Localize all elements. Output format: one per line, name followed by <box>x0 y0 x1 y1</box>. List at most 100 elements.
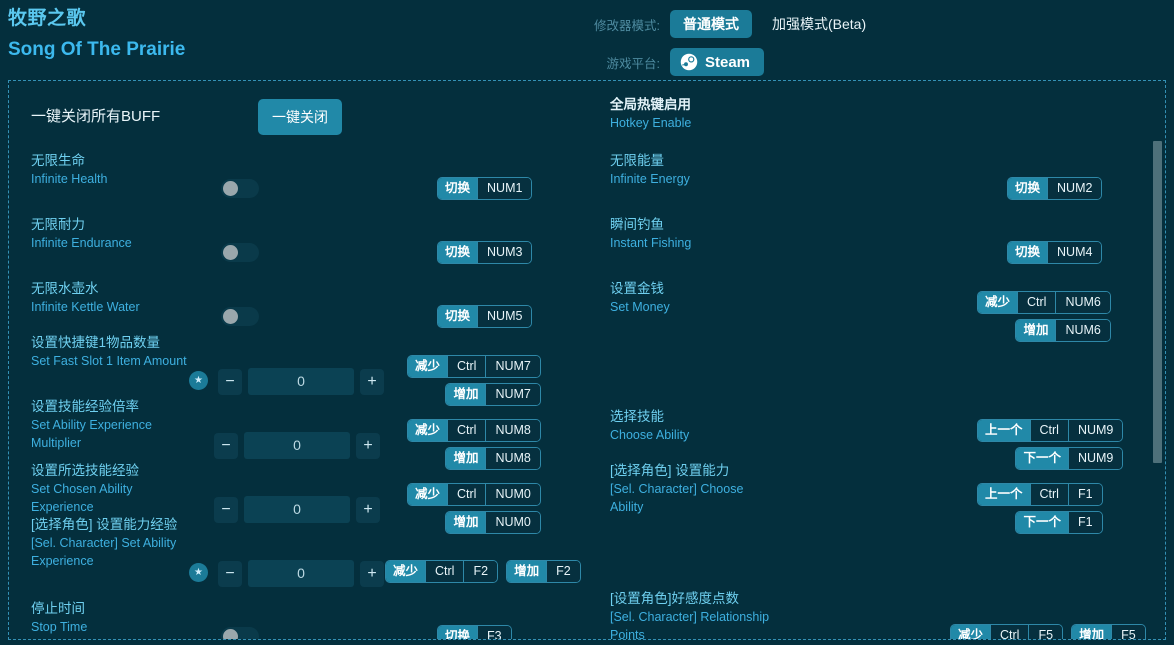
hotkey-group: 切换F3 <box>437 625 512 640</box>
hotkey-line: 减少CtrlNUM7 <box>407 355 541 378</box>
hotkey-key: F1 <box>1068 512 1102 533</box>
cheat-row-label-cn: [设置角色]好感度点数 <box>610 589 775 608</box>
hotkey-action-label: 切换 <box>1008 178 1047 199</box>
hotkey-badge[interactable]: 增加NUM0 <box>445 511 540 534</box>
hotkey-badge[interactable]: 增加F2 <box>506 560 581 583</box>
hotkey-badge[interactable]: 减少CtrlNUM8 <box>407 419 541 442</box>
hotkey-group: 上一个CtrlNUM9 下一个NUM9 <box>977 419 1123 470</box>
hotkey-key: F2 <box>546 561 580 582</box>
hotkey-badge[interactable]: 下一个NUM9 <box>1015 447 1123 470</box>
hotkey-action-label: 切换 <box>438 306 477 327</box>
hotkey-action-label: 切换 <box>438 242 477 263</box>
platform-steam-button[interactable]: Steam <box>670 48 764 76</box>
hotkey-badge[interactable]: 增加F5 <box>1071 624 1146 640</box>
hotkey-line: 上一个CtrlNUM9 <box>977 419 1123 442</box>
hotkey-group: 上一个CtrlF1 下一个F1 <box>977 483 1103 534</box>
mode-row: 修改器模式: 普通模式 加强模式(Beta) <box>580 8 1140 40</box>
cheat-toggle[interactable] <box>221 179 259 198</box>
hotkey-action-label: 切换 <box>1008 242 1047 263</box>
hotkey-badge[interactable]: 减少CtrlNUM0 <box>407 483 541 506</box>
value-input[interactable]: 0 <box>248 560 354 587</box>
hotkey-badge[interactable]: 增加NUM7 <box>445 383 540 406</box>
hotkey-badge[interactable]: 上一个CtrlF1 <box>977 483 1103 506</box>
hotkey-badge[interactable]: 增加NUM8 <box>445 447 540 470</box>
hotkey-action-label: 增加 <box>1072 625 1111 640</box>
hotkey-action-label: 下一个 <box>1016 448 1068 469</box>
hotkey-line: 增加F5 <box>1071 624 1146 640</box>
hotkey-action-label: 上一个 <box>978 420 1030 441</box>
hotkey-action-label: 切换 <box>438 178 477 199</box>
favorite-star-icon[interactable]: ★ <box>189 563 208 582</box>
hotkey-action-label: 减少 <box>978 292 1017 313</box>
hotkey-key: NUM1 <box>477 178 531 199</box>
close-all-button[interactable]: 一键关闭 <box>258 99 342 135</box>
hotkey-key: NUM4 <box>1047 242 1101 263</box>
mode-normal-button[interactable]: 普通模式 <box>670 10 752 38</box>
hotkey-badge[interactable]: 切换NUM1 <box>437 177 532 200</box>
scrollbar-thumb[interactable] <box>1153 141 1162 463</box>
cheat-row-label: 设置金钱Set Money <box>610 279 775 316</box>
favorite-star-icon[interactable]: ★ <box>189 371 208 390</box>
hotkey-badge[interactable]: 减少CtrlNUM6 <box>977 291 1111 314</box>
hotkey-badge[interactable]: 切换F3 <box>437 625 512 640</box>
toggle-knob <box>223 309 238 324</box>
toggle-knob <box>223 629 238 640</box>
hotkey-key: NUM9 <box>1068 448 1122 469</box>
panel-scrollbar[interactable] <box>1153 81 1162 640</box>
cheat-row-label: 设置技能经验倍率Set Ability Experience Multiplie… <box>31 397 196 452</box>
increment-button[interactable]: + <box>360 561 384 587</box>
cheat-toggle[interactable] <box>221 627 259 640</box>
hotkey-line: 增加F2 <box>506 560 581 583</box>
hotkey-action-label: 减少 <box>951 625 990 640</box>
platform-row: 游戏平台: Steam <box>580 46 1140 78</box>
hotkey-badge[interactable]: 减少CtrlF5 <box>950 624 1063 640</box>
hotkey-key: NUM3 <box>477 242 531 263</box>
value-input[interactable]: 0 <box>248 368 354 395</box>
cheat-row-label-en: [Sel. Character] Relationship Points <box>610 608 775 640</box>
hotkey-badge[interactable]: 上一个CtrlNUM9 <box>977 419 1123 442</box>
app-header: 牧野之歌 Song Of The Prairie 修改器模式: 普通模式 加强模… <box>0 0 1174 78</box>
cheat-toggle[interactable] <box>221 307 259 326</box>
value-stepper: −0+ <box>218 560 384 587</box>
hotkey-key: Ctrl <box>447 420 485 441</box>
cheat-row-label-en: Set Ability Experience Multiplier <box>31 416 196 452</box>
hotkey-badge[interactable]: 下一个F1 <box>1015 511 1102 534</box>
cheat-row-label: 设置所选技能经验Set Chosen Ability Experience <box>31 461 196 516</box>
decrement-button[interactable]: − <box>214 433 238 459</box>
cheat-row-label-en: Instant Fishing <box>610 234 775 252</box>
increment-button[interactable]: + <box>360 369 384 395</box>
hotkey-key: F3 <box>477 626 511 640</box>
increment-button[interactable]: + <box>356 433 380 459</box>
decrement-button[interactable]: − <box>218 369 242 395</box>
cheat-row-label-en: Choose Ability <box>610 426 775 444</box>
hotkey-line: 下一个F1 <box>977 511 1103 534</box>
cheat-row: 设置技能经验倍率Set Ability Experience Multiplie… <box>9 425 588 465</box>
hotkey-line: 切换NUM2 <box>1007 177 1102 200</box>
cheat-toggle[interactable] <box>221 243 259 262</box>
decrement-button[interactable]: − <box>214 497 238 523</box>
hotkey-badge[interactable]: 减少CtrlNUM7 <box>407 355 541 378</box>
hotkey-line: 切换F3 <box>437 625 512 640</box>
header-controls: 修改器模式: 普通模式 加强模式(Beta) 游戏平台: Steam <box>580 8 1140 84</box>
value-input[interactable]: 0 <box>244 496 350 523</box>
hotkey-badge[interactable]: 切换NUM2 <box>1007 177 1102 200</box>
hotkey-badge[interactable]: 切换NUM4 <box>1007 241 1102 264</box>
hotkey-action-label: 增加 <box>507 561 546 582</box>
cheat-row: 设置金钱Set Money−0+减少CtrlNUM6增加NUM6 <box>588 297 1166 337</box>
hotkey-badge[interactable]: 切换NUM3 <box>437 241 532 264</box>
hotkey-key: NUM6 <box>1055 320 1109 341</box>
decrement-button[interactable]: − <box>218 561 242 587</box>
hotkey-action-label: 增加 <box>446 448 485 469</box>
cheat-row-label-cn: [选择角色] 设置能力 <box>610 461 775 480</box>
cheat-row-label-cn: 设置所选技能经验 <box>31 461 196 480</box>
hotkey-group: 切换NUM4 <box>1007 241 1102 264</box>
mode-beta-button[interactable]: 加强模式(Beta) <box>762 8 876 40</box>
hotkey-badge[interactable]: 增加NUM6 <box>1015 319 1110 342</box>
hotkey-badge[interactable]: 减少CtrlF2 <box>385 560 498 583</box>
cheat-row-label-cn: 无限生命 <box>31 151 196 170</box>
hotkey-badge[interactable]: 切换NUM5 <box>437 305 532 328</box>
hotkey-key: NUM5 <box>477 306 531 327</box>
increment-button[interactable]: + <box>356 497 380 523</box>
value-input[interactable]: 0 <box>244 432 350 459</box>
value-stepper: −0+ <box>218 368 384 395</box>
